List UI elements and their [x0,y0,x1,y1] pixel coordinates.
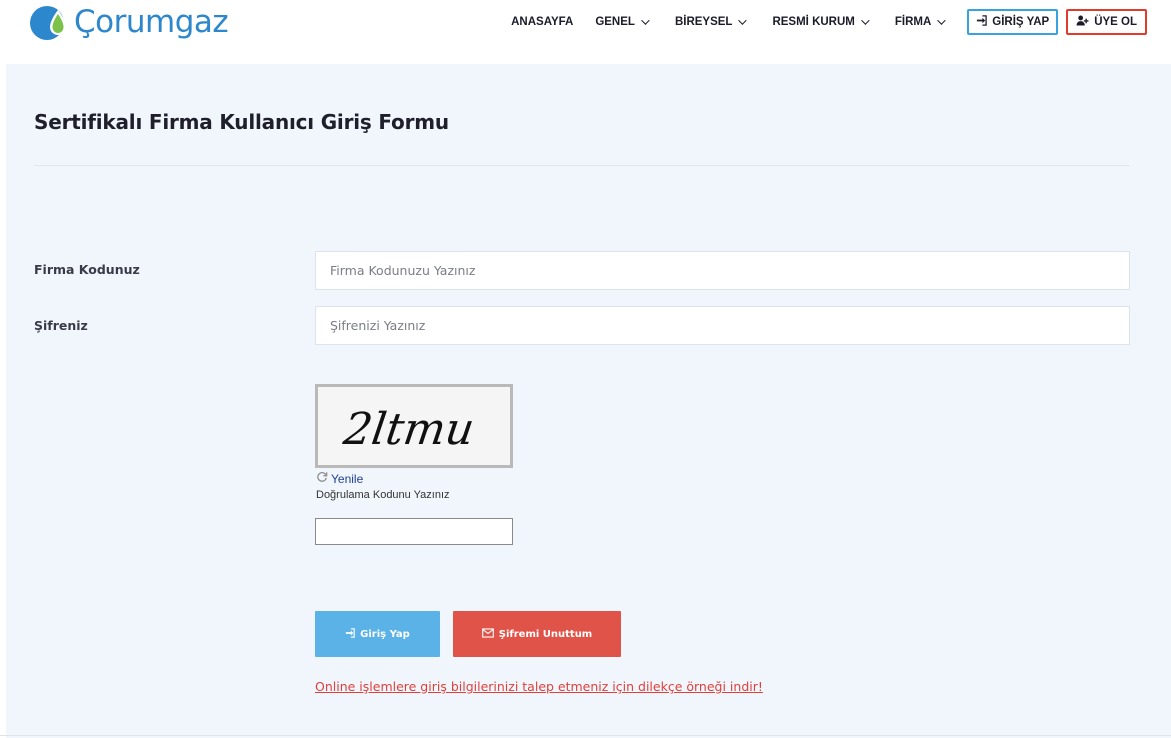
verification-input[interactable] [316,519,512,544]
header-login-label: GİRİŞ YAP [992,16,1050,28]
forgot-password-button[interactable]: Şifremi Unuttum [453,611,621,657]
password-field-wrapper [315,306,1130,345]
chevron-down-icon [738,16,748,25]
footer-divider [0,735,1171,736]
firm-code-field-wrapper [315,251,1130,290]
nav-item-label: ANASAYFA [511,16,574,28]
nav-item-label: BİREYSEL [674,16,733,28]
nav-item-anasayfa[interactable]: ANASAYFA [511,16,573,28]
refresh-label: Yenile [331,471,364,486]
brand-name: Çorumgaz [74,4,229,40]
header-login-button[interactable]: GİRİŞ YAP [967,9,1059,35]
nav-item-resmi-kurum[interactable]: RESMİ KURUM [772,16,870,28]
captcha-image: 2ltmu [315,384,513,468]
verification-field-wrapper [315,518,513,545]
nav-item-label: RESMİ KURUM [772,16,855,28]
nav-item-label: FİRMA [894,16,932,28]
nav-item-firma[interactable]: FİRMA [894,16,946,28]
title-divider [34,165,1130,166]
logo-mark-icon [28,2,70,42]
envelope-icon [481,627,499,641]
refresh-icon [316,471,331,486]
main-nav: ANASAYFA GENEL BİREYSEL RESMİ KURUM FİRM… [511,9,1147,35]
sign-in-icon [345,627,360,641]
site-header: Çorumgaz ANASAYFA GENEL BİREYSEL RESMİ K… [0,0,1171,64]
captcha-text: 2ltmu [340,404,478,455]
header-signup-label: ÜYE OL [1094,16,1137,28]
nav-item-bireysel[interactable]: BİREYSEL [674,16,748,28]
user-plus-icon [1076,15,1094,29]
chevron-down-icon [641,16,650,25]
header-signup-button[interactable]: ÜYE OL [1066,9,1147,35]
login-submit-label: Giriş Yap [360,628,410,640]
chevron-down-icon [861,16,870,25]
petition-download-link[interactable]: Online işlemlere giriş bilgilerinizi tal… [315,679,763,694]
password-input[interactable] [330,318,1115,333]
captcha-refresh-link[interactable]: Yenile [316,471,363,486]
firm-code-label: Firma Kodunuz [34,262,140,277]
forgot-password-label: Şifremi Unuttum [498,628,593,640]
verification-label: Doğrulama Kodunu Yazınız [316,489,450,501]
sign-in-icon [976,15,992,29]
password-label: Şifreniz [34,318,88,333]
chevron-down-icon [937,16,946,25]
firm-code-input[interactable] [330,263,1115,278]
brand-logo[interactable]: Çorumgaz [28,2,229,42]
nav-item-label: GENEL [595,16,635,28]
nav-item-genel[interactable]: GENEL [595,16,650,28]
login-submit-button[interactable]: Giriş Yap [315,611,440,657]
page-title: Sertifikalı Firma Kullanıcı Giriş Formu [34,110,449,134]
login-panel: Sertifikalı Firma Kullanıcı Giriş Formu … [6,64,1171,738]
